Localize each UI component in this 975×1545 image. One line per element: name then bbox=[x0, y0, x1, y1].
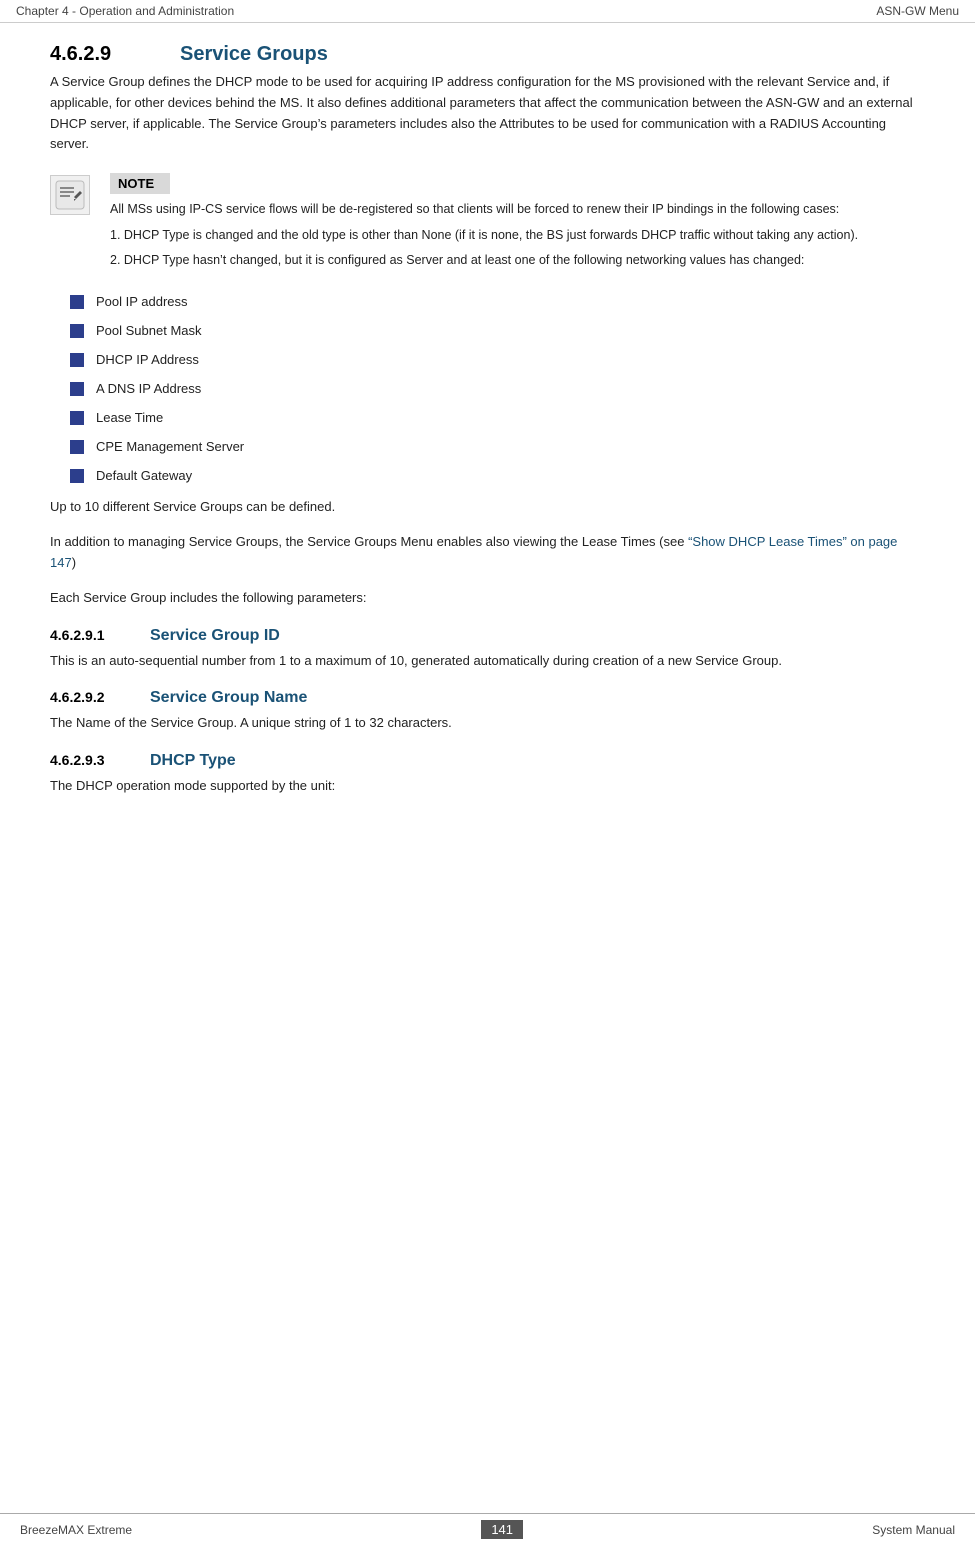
list-item: A DNS IP Address bbox=[70, 381, 925, 396]
note-box: NOTE All MSs using IP-CS service flows w… bbox=[50, 173, 925, 276]
subsection-2-body: The Name of the Service Group. A unique … bbox=[50, 713, 925, 734]
subsection-1-number: 4.6.2.9.1 bbox=[50, 627, 150, 643]
subsection-1-header: 4.6.2.9.1 Service Group ID bbox=[50, 627, 925, 645]
footer-right: System Manual bbox=[872, 1523, 955, 1537]
bullet-list: Pool IP address Pool Subnet Mask DHCP IP A… bbox=[70, 294, 925, 483]
bullet-square-icon bbox=[70, 440, 84, 454]
note-pencil-icon bbox=[50, 175, 90, 215]
list-item: Default Gateway bbox=[70, 468, 925, 483]
subsection-1-body: This is an auto-sequential number from 1… bbox=[50, 651, 925, 672]
note-icon bbox=[50, 175, 100, 215]
subsection-2-number: 4.6.2.9.2 bbox=[50, 689, 150, 705]
subsection-2-title: Service Group Name bbox=[150, 689, 307, 707]
bullet-square-icon bbox=[70, 411, 84, 425]
main-content: 4.6.2.9 Service Groups A Service Group d… bbox=[0, 23, 975, 863]
list-item: DHCP IP Address bbox=[70, 352, 925, 367]
page-number: 141 bbox=[481, 1520, 523, 1539]
bullet-square-icon bbox=[70, 295, 84, 309]
bullet-square-icon bbox=[70, 353, 84, 367]
section-intro: A Service Group defines the DHCP mode to… bbox=[50, 72, 925, 155]
subsection-2: 4.6.2.9.2 Service Group Name The Name of… bbox=[50, 689, 925, 734]
subsection-3-number: 4.6.2.9.3 bbox=[50, 752, 150, 768]
subsection-2-header: 4.6.2.9.2 Service Group Name bbox=[50, 689, 925, 707]
subsection-3-title: DHCP Type bbox=[150, 752, 236, 770]
note-item2: 2. DHCP Type hasn’t changed, but it is c… bbox=[110, 251, 925, 270]
list-item: Lease Time bbox=[70, 410, 925, 425]
header-right: ASN-GW Menu bbox=[876, 4, 959, 18]
list-item: CPE Management Server bbox=[70, 439, 925, 454]
subsection-1-title: Service Group ID bbox=[150, 627, 280, 645]
note-content: NOTE All MSs using IP-CS service flows w… bbox=[110, 173, 925, 276]
section-header: 4.6.2.9 Service Groups bbox=[50, 43, 925, 66]
paragraph-3: Each Service Group includes the followin… bbox=[50, 588, 925, 609]
note-item1: 1. DHCP Type is changed and the old type… bbox=[110, 226, 925, 245]
paragraph-2: In addition to managing Service Groups, … bbox=[50, 532, 925, 574]
lease-times-link[interactable]: “Show DHCP Lease Times” on page 147 bbox=[50, 534, 897, 570]
note-label: NOTE bbox=[110, 173, 170, 194]
list-item: Pool IP address bbox=[70, 294, 925, 309]
list-item: Pool Subnet Mask bbox=[70, 323, 925, 338]
bullet-square-icon bbox=[70, 324, 84, 338]
note-paragraph1: All MSs using IP-CS service flows will b… bbox=[110, 200, 925, 219]
section-title: Service Groups bbox=[180, 43, 328, 66]
subsection-3: 4.6.2.9.3 DHCP Type The DHCP operation m… bbox=[50, 752, 925, 797]
subsection-3-header: 4.6.2.9.3 DHCP Type bbox=[50, 752, 925, 770]
bullet-square-icon bbox=[70, 469, 84, 483]
footer-left: BreezeMAX Extreme bbox=[20, 1523, 132, 1537]
footer-bar: BreezeMAX Extreme 141 System Manual bbox=[0, 1513, 975, 1545]
header-left: Chapter 4 - Operation and Administration bbox=[16, 4, 234, 18]
section-number: 4.6.2.9 bbox=[50, 43, 180, 66]
subsection-3-body: The DHCP operation mode supported by the… bbox=[50, 776, 925, 797]
bullet-square-icon bbox=[70, 382, 84, 396]
paragraph-1: Up to 10 different Service Groups can be… bbox=[50, 497, 925, 518]
after-bullets: Up to 10 different Service Groups can be… bbox=[50, 497, 925, 608]
subsection-1: 4.6.2.9.1 Service Group ID This is an au… bbox=[50, 627, 925, 672]
header-bar: Chapter 4 - Operation and Administration… bbox=[0, 0, 975, 23]
